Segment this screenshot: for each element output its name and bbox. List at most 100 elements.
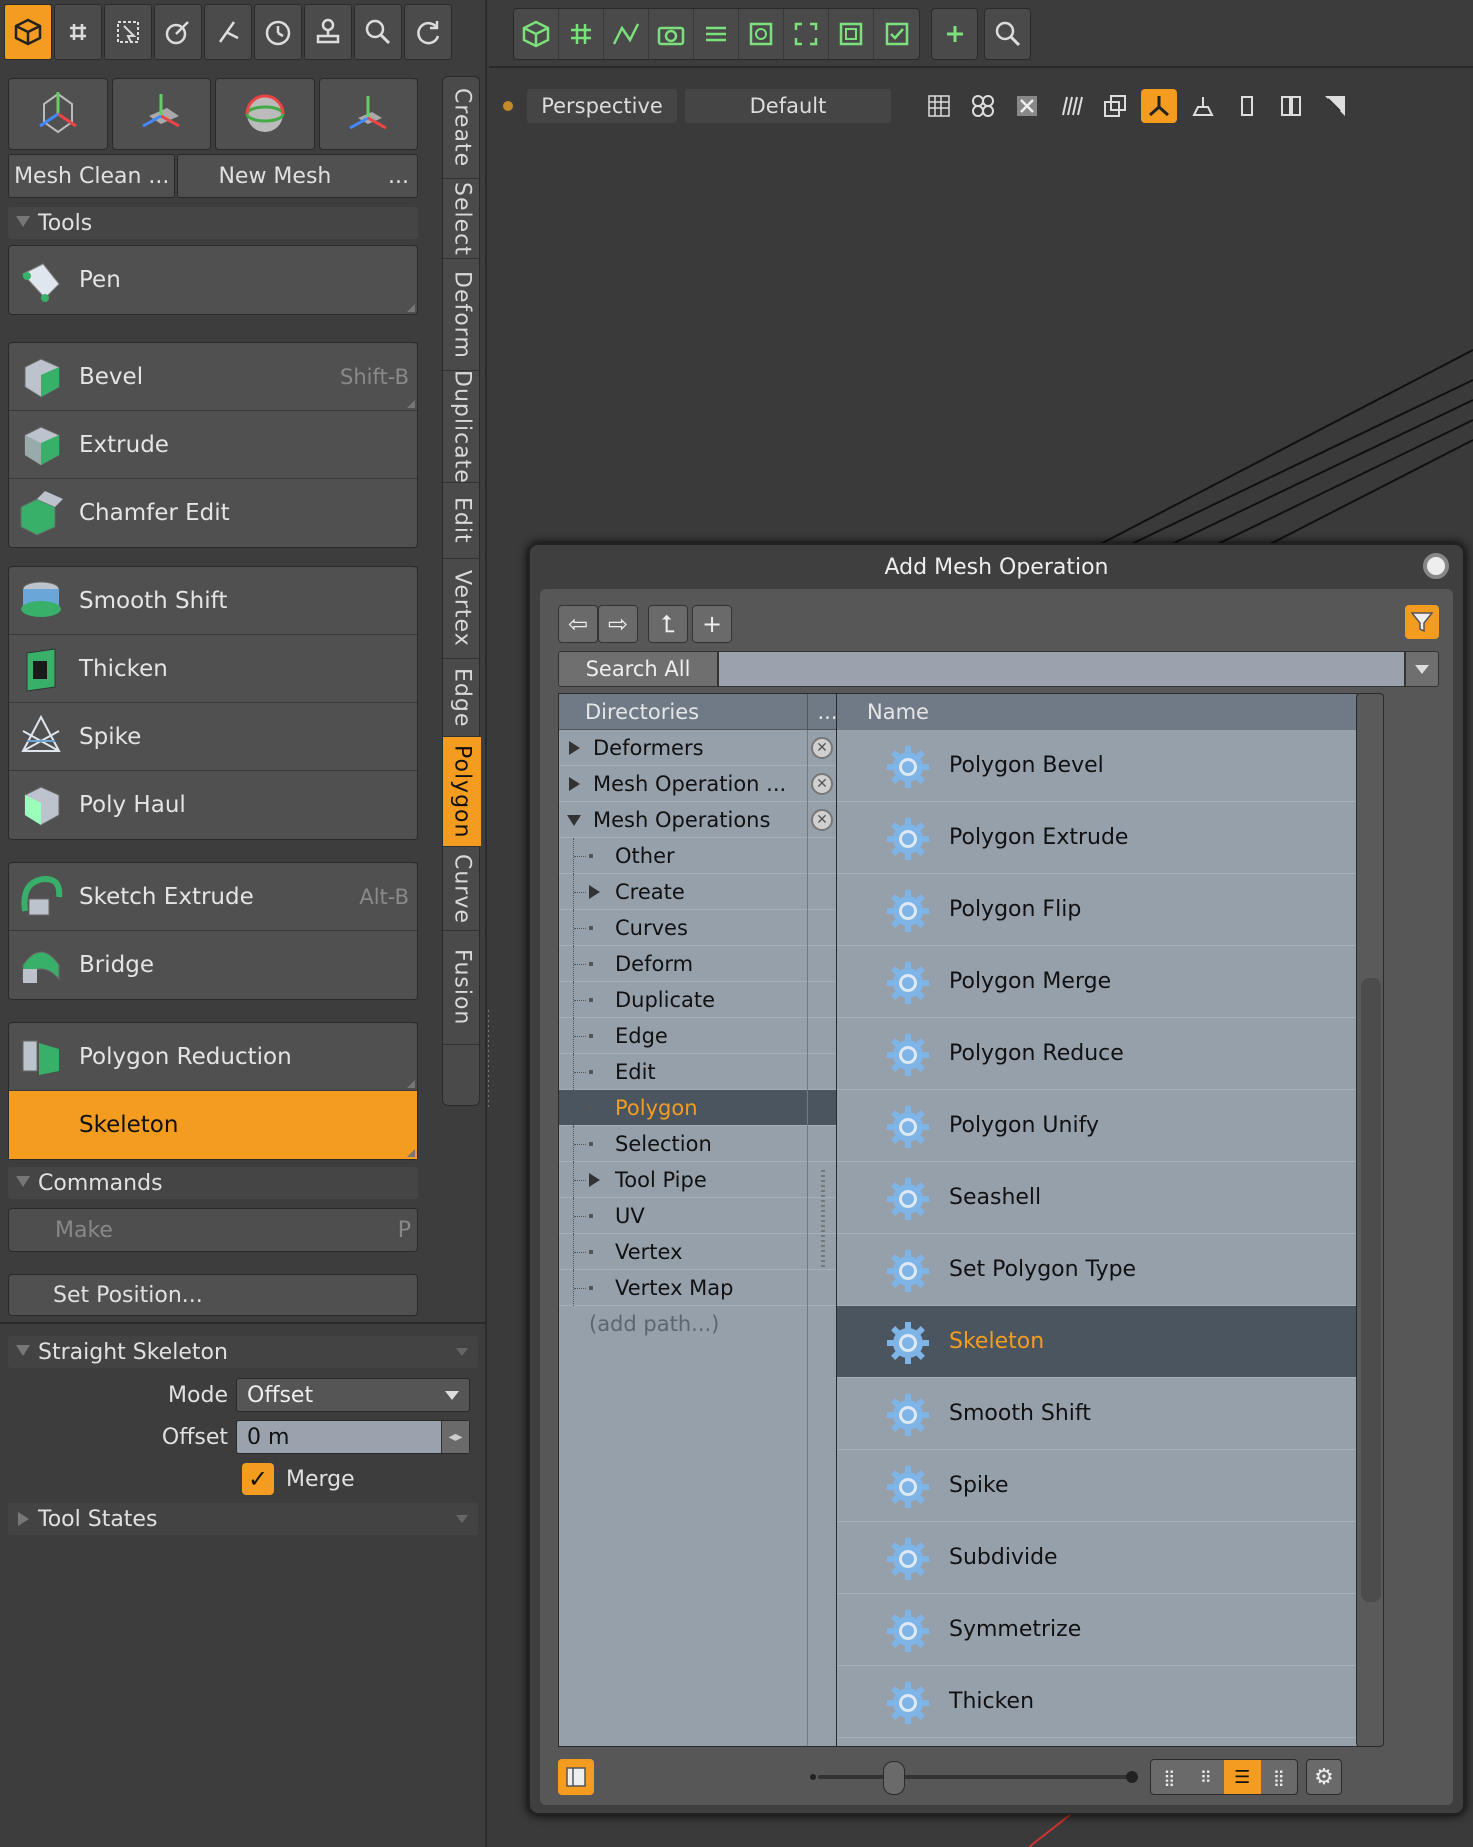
operation-item[interactable]: Skeleton <box>837 1306 1357 1378</box>
compact-view-button[interactable]: ⠿ <box>1188 1760 1225 1794</box>
operation-item[interactable]: Set Polygon Type <box>837 1234 1357 1306</box>
camera-tool-button[interactable] <box>649 9 694 59</box>
directory-item[interactable]: Vertex Map <box>559 1270 845 1306</box>
tool-poly-haul[interactable]: Poly Haul <box>9 771 417 839</box>
tool-states-header[interactable]: Tool States <box>8 1503 478 1535</box>
operation-item[interactable]: Polygon Flip <box>837 874 1357 946</box>
shaded-toggle[interactable] <box>965 89 1001 123</box>
add-button[interactable] <box>932 9 977 59</box>
transform-tool-button[interactable] <box>8 78 108 150</box>
operation-item[interactable]: Polygon Reduce <box>837 1018 1357 1090</box>
tab-deform[interactable]: Deform <box>443 259 481 371</box>
move-mode-button[interactable] <box>54 4 102 60</box>
refresh-button[interactable] <box>404 4 452 60</box>
tab-fusion[interactable]: Fusion <box>443 931 481 1045</box>
up-directory-button[interactable]: ⮤ <box>648 605 688 643</box>
tool-polygon-reduction[interactable]: Polygon Reduction <box>9 1023 417 1091</box>
offset-input[interactable]: 0 m ◂▸ <box>236 1420 470 1454</box>
commands-section-header[interactable]: Commands <box>8 1167 418 1199</box>
directory-item[interactable]: Deformers ✕ <box>559 730 845 766</box>
directory-item[interactable]: Mesh Operation ... ✕ <box>559 766 845 802</box>
hair-toggle[interactable] <box>1053 89 1089 123</box>
filter-button[interactable] <box>1405 605 1439 639</box>
new-mesh-button[interactable]: New Mesh... <box>177 154 418 198</box>
view-type-dropdown[interactable]: Perspective <box>527 89 677 123</box>
directory-item[interactable]: Polygon <box>559 1090 845 1126</box>
fit-tool-button[interactable] <box>784 9 829 59</box>
directory-item[interactable]: Curves <box>559 910 845 946</box>
directory-item[interactable]: Other <box>559 838 845 874</box>
zoom-slider-handle[interactable] <box>883 1761 905 1795</box>
tool-spike[interactable]: Spike <box>9 703 417 771</box>
tab-curve[interactable]: Curve <box>443 847 481 931</box>
scale-tool-button[interactable] <box>318 78 418 150</box>
wireframe-toggle[interactable] <box>921 89 957 123</box>
dialog-close-button[interactable] <box>1423 553 1449 579</box>
name-column-header[interactable]: Name <box>837 694 1357 730</box>
paint-mode-button[interactable] <box>154 4 202 60</box>
set-position-button[interactable]: Set Position... <box>8 1274 418 1316</box>
backdrop-toggle[interactable] <box>1229 89 1265 123</box>
search-mode-button[interactable] <box>354 4 402 60</box>
stamp-mode-button[interactable] <box>304 4 352 60</box>
search-all-button[interactable]: Search All <box>558 651 718 687</box>
tab-vertex[interactable]: Vertex <box>443 559 481 659</box>
tab-select[interactable]: Select <box>443 179 481 259</box>
tool-pen[interactable]: Pen <box>9 246 417 314</box>
directory-item[interactable]: Create <box>559 874 845 910</box>
slider-arrows-icon[interactable]: ◂▸ <box>441 1421 469 1453</box>
merge-checkbox[interactable]: ✓ <box>242 1463 274 1495</box>
directory-item[interactable]: Selection <box>559 1126 845 1162</box>
add-path-item[interactable]: (add path...) <box>559 1306 845 1342</box>
directory-item[interactable]: Edit <box>559 1054 845 1090</box>
forward-button[interactable]: ⇨ <box>598 605 638 643</box>
straight-skeleton-header[interactable]: Straight Skeleton <box>8 1336 478 1368</box>
maximize-toggle[interactable] <box>1317 89 1353 123</box>
add-directory-button[interactable]: + <box>692 605 732 643</box>
tool-chamfer-edit[interactable]: Chamfer Edit <box>9 479 417 547</box>
overlay-toggle[interactable] <box>1097 89 1133 123</box>
directory-item[interactable]: Deform <box>559 946 845 982</box>
move-tool-button[interactable] <box>111 78 211 150</box>
back-button[interactable]: ⇦ <box>558 605 598 643</box>
tool-extrude[interactable]: Extrude <box>9 411 417 479</box>
stereo-toggle[interactable] <box>1273 89 1309 123</box>
directory-item[interactable]: Vertex <box>559 1234 845 1270</box>
directory-item[interactable]: Mesh Operations ✕ <box>559 802 845 838</box>
list-view-button[interactable]: ☰ <box>1224 1760 1261 1794</box>
zoom-slider-track[interactable] <box>818 1775 1128 1779</box>
grid-tool-button[interactable] <box>559 9 604 59</box>
splitter[interactable] <box>812 693 834 1747</box>
preview-tool-button[interactable] <box>829 9 874 59</box>
operation-item[interactable]: Polygon Bevel <box>837 730 1357 802</box>
loop-tool-button[interactable] <box>694 9 739 59</box>
operation-item[interactable]: Smooth Shift <box>837 1378 1357 1450</box>
path-tool-button[interactable] <box>604 9 649 59</box>
sculpt-mode-button[interactable] <box>204 4 252 60</box>
collapsed-triangle-icon[interactable] <box>569 777 580 791</box>
toggle-sidebar-button[interactable] <box>558 1759 594 1795</box>
operation-item[interactable]: Symmetrize <box>837 1594 1357 1666</box>
directory-item[interactable]: UV <box>559 1198 845 1234</box>
model-mode-button[interactable] <box>4 4 52 60</box>
collapsed-triangle-icon[interactable] <box>569 741 580 755</box>
list-scrollbar[interactable] <box>1356 693 1384 1747</box>
operation-item[interactable]: Thicken <box>837 1666 1357 1738</box>
collapsed-triangle-icon[interactable] <box>589 1173 600 1187</box>
operation-item[interactable]: Seashell <box>837 1162 1357 1234</box>
tab-polygon[interactable]: Polygon <box>443 737 481 847</box>
tool-bridge[interactable]: Bridge <box>9 931 417 999</box>
tab-create[interactable]: Create <box>443 77 481 179</box>
tool-skeleton[interactable]: Skeleton <box>9 1091 417 1159</box>
tools-section-header[interactable]: Tools <box>8 207 418 239</box>
workplane-toggle[interactable] <box>1185 89 1221 123</box>
tab-edge[interactable]: Edge <box>443 659 481 737</box>
check-tool-button[interactable] <box>874 9 919 59</box>
mesh-clean-button[interactable]: Mesh Clean ... <box>8 154 176 198</box>
tool-sketch-extrude[interactable]: Sketch Extrude Alt-B <box>9 863 417 931</box>
settings-button[interactable]: ⚙ <box>1306 1759 1342 1795</box>
mode-dropdown[interactable]: Offset <box>236 1378 470 1412</box>
tool-bevel[interactable]: Bevel Shift-B <box>9 343 417 411</box>
tab-edit[interactable]: Edit <box>443 483 481 559</box>
tool-thicken[interactable]: Thicken <box>9 635 417 703</box>
